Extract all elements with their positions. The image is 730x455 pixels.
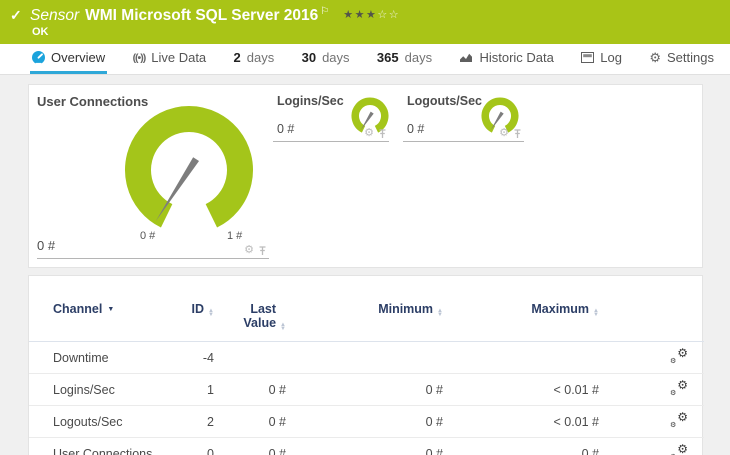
gauge-settings-gear-icon[interactable]: ⚙ <box>364 128 374 139</box>
gauge-current-value: 0 # <box>277 122 295 136</box>
channel-id: -4 <box>179 341 214 374</box>
channel-minimum: 0 # <box>286 373 443 406</box>
channel-id: 1 <box>179 373 214 406</box>
tab-number: 2 <box>233 50 241 65</box>
column-header-maximum[interactable]: Maximum ▲ ▼ <box>443 276 599 342</box>
gauge-title: Logins/Sec <box>277 94 344 108</box>
column-header-minimum[interactable]: Minimum ▲ ▼ <box>286 276 443 342</box>
gauge-tile-user-connections: User Connections 0 # 1 # 0 # ⚙ <box>37 89 269 259</box>
gauges-panel: User Connections 0 # 1 # 0 # ⚙ Logins/Se… <box>28 84 703 268</box>
tab-label: Overview <box>51 50 106 65</box>
chart-icon <box>459 52 473 63</box>
channel-settings-gears-icon[interactable]: ⚙⚙ <box>670 443 688 455</box>
channel-minimum <box>286 341 443 374</box>
gauge-current-value: 0 # <box>407 122 425 136</box>
sort-icon[interactable]: ▲ ▼ <box>280 322 286 332</box>
tab-30-days[interactable]: 30 days <box>300 44 352 74</box>
channel-last-value: 0 # <box>214 437 286 455</box>
gauge-scale-max: 1 # <box>227 230 243 242</box>
channel-id: 2 <box>179 405 214 438</box>
channel-last-value: 0 # <box>214 405 286 438</box>
gear-icon: ⚙ <box>649 50 661 65</box>
sensor-header: ✓ Sensor WMI Microsoft SQL Server 2016 ⚐ ★★… <box>0 0 730 44</box>
object-kind-label: Sensor <box>30 7 80 25</box>
sort-icon[interactable]: ▲ ▼ <box>208 308 214 318</box>
tab-number: 365 <box>376 50 399 65</box>
tab-label: Log <box>600 50 622 65</box>
broadcast-icon: ((•)) <box>132 51 147 64</box>
sort-icon[interactable]: ▲ ▼ <box>437 308 443 318</box>
channel-maximum: < 0.01 # <box>443 405 599 438</box>
sensor-title: WMI Microsoft SQL Server 2016 <box>85 7 319 25</box>
tab-historic-data[interactable]: Historic Data <box>457 44 555 74</box>
column-header-channel[interactable]: Channel ▼ <box>29 276 179 342</box>
log-icon <box>581 52 595 63</box>
tab-number: 30 <box>301 50 317 65</box>
sensor-title-block: Sensor WMI Microsoft SQL Server 2016 ⚐ ★★★☆… <box>0 0 730 38</box>
table-header-row: Channel ▼ ID ▲ ▼ Last Value ▲ ▼ Minimum ▲ ▼ Max… <box>29 276 704 342</box>
table-row: Downtime -4 ⚙ ⚙ <box>29 341 704 374</box>
channel-name: User Connections <box>29 437 179 455</box>
tab-label: Historic Data <box>479 50 554 65</box>
pin-icon[interactable] <box>258 245 267 256</box>
channel-name: Downtime <box>29 341 179 374</box>
priority-stars[interactable]: ★★★☆☆ <box>343 9 400 21</box>
user-connections-gauge <box>119 100 259 240</box>
pin-icon[interactable] <box>513 128 522 139</box>
tab-label: days <box>322 50 350 65</box>
gauge-settings-gear-icon[interactable]: ⚙ <box>499 128 509 139</box>
channel-minimum: 0 # <box>286 405 443 438</box>
tab-label: days <box>404 50 433 65</box>
channel-table: Channel ▼ ID ▲ ▼ Last Value ▲ ▼ Minimum ▲ ▼ Max… <box>29 276 704 455</box>
tab-bar: Overview ((•)) Live Data 2 days 30 days … <box>0 44 730 75</box>
channel-settings-gears-icon[interactable]: ⚙⚙ <box>670 411 688 429</box>
channel-minimum: 0 # <box>286 437 443 455</box>
channel-maximum <box>443 341 599 374</box>
prtg-sensor-page: ✓ Sensor WMI Microsoft SQL Server 2016 ⚐ ★★… <box>0 0 730 455</box>
flag-icon[interactable]: ⚐ <box>320 6 329 17</box>
pin-icon[interactable] <box>378 128 387 139</box>
table-row: Logins/Sec 1 0 # 0 # < 0.01 # ⚙ ⚙ <box>29 373 704 406</box>
tab-log[interactable]: Log <box>579 44 624 74</box>
tab-label: Settings <box>667 50 714 65</box>
tab-2-days[interactable]: 2 days <box>232 44 277 74</box>
gauge-scale-min: 0 # <box>140 230 156 242</box>
column-header-last-value[interactable]: Last Value ▲ ▼ <box>214 276 286 342</box>
status-ok-check-icon: ✓ <box>10 7 22 23</box>
channel-settings-gears-icon[interactable]: ⚙⚙ <box>670 347 688 365</box>
table-row: Logouts/Sec 2 0 # 0 # < 0.01 # ⚙ ⚙ <box>29 405 704 438</box>
channel-last-value: 0 # <box>214 373 286 406</box>
tab-settings[interactable]: ⚙ Settings <box>647 44 716 74</box>
column-header-id[interactable]: ID ▲ ▼ <box>179 276 214 342</box>
tab-overview[interactable]: Overview <box>30 44 108 74</box>
gauge-icon <box>32 51 45 64</box>
gauge-tile-logouts-sec: Logouts/Sec 0 # ⚙ <box>403 89 524 142</box>
column-header-actions <box>599 276 704 342</box>
channel-name: Logouts/Sec <box>29 405 179 438</box>
channel-name: Logins/Sec <box>29 373 179 406</box>
sensor-status-text: OK <box>32 26 49 39</box>
channel-settings-gears-icon[interactable]: ⚙⚙ <box>670 379 688 397</box>
filter-dropdown-icon[interactable]: ▼ <box>107 306 114 313</box>
channel-maximum: 0 # <box>443 437 599 455</box>
sort-icon[interactable]: ▲ ▼ <box>593 308 599 318</box>
channel-maximum: < 0.01 # <box>443 373 599 406</box>
gauge-tile-logins-sec: Logins/Sec 0 # ⚙ <box>273 89 389 142</box>
tab-365-days[interactable]: 365 days <box>375 44 434 74</box>
gauge-title: Logouts/Sec <box>407 94 483 108</box>
channel-id: 0 <box>179 437 214 455</box>
gauge-current-value: 0 # <box>37 238 56 253</box>
tab-label: days <box>246 50 275 65</box>
gauge-settings-gear-icon[interactable]: ⚙ <box>244 245 254 256</box>
channel-last-value <box>214 341 286 374</box>
tab-live-data[interactable]: ((•)) Live Data <box>131 44 209 74</box>
channel-table-panel: Channel ▼ ID ▲ ▼ Last Value ▲ ▼ Minimum ▲ ▼ Max… <box>28 275 704 455</box>
table-row: User Connections 0 0 # 0 # 0 # ⚙⚙ <box>29 437 704 455</box>
tab-label: Live Data <box>151 50 207 65</box>
